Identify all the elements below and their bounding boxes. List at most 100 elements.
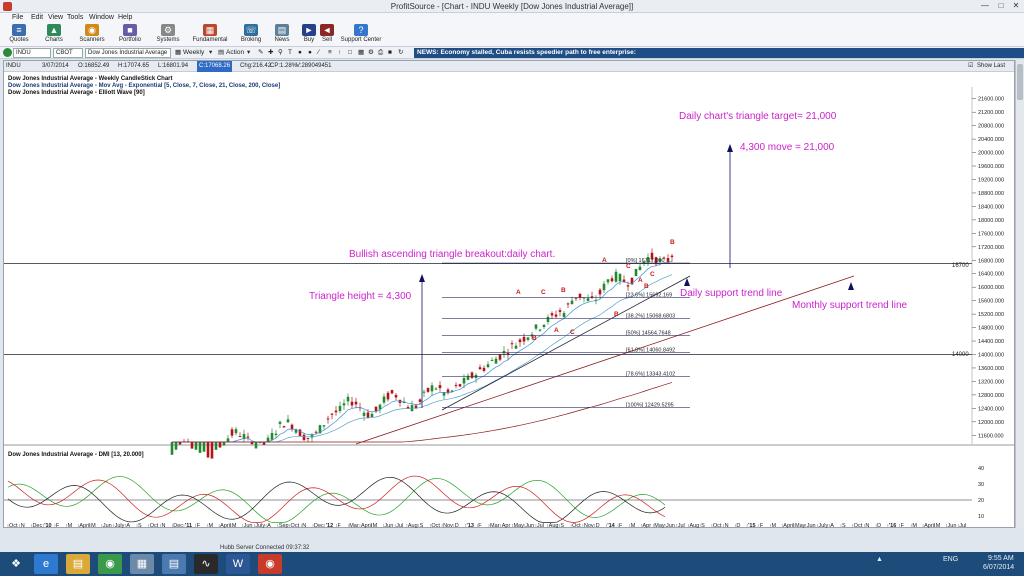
exchange-input[interactable]: CBOT bbox=[53, 48, 83, 58]
save-icon[interactable]: ■ bbox=[388, 48, 392, 58]
grid-icon[interactable]: ▦ bbox=[358, 48, 364, 58]
candle-body bbox=[350, 401, 354, 406]
word-icon[interactable]: W bbox=[226, 554, 250, 574]
candle-body bbox=[614, 271, 618, 282]
bear-icon[interactable]: ● bbox=[308, 48, 312, 58]
monthly-arrowhead bbox=[848, 282, 854, 290]
explorer-icon[interactable]: ▤ bbox=[66, 554, 90, 574]
price-tick-label: 12400.000 bbox=[978, 406, 1004, 412]
candle-body bbox=[226, 438, 230, 442]
news-ticker[interactable]: NEWS: Economy stalled, Cuba resists spee… bbox=[414, 48, 1024, 58]
candle-body bbox=[278, 421, 282, 424]
fundamental-button[interactable]: ▦ Fundamental bbox=[192, 24, 228, 46]
scanners-button[interactable]: ◉ Scanners bbox=[74, 24, 110, 46]
candle-body bbox=[586, 298, 590, 301]
refresh-icon[interactable]: ↻ bbox=[398, 48, 403, 58]
fib-icon[interactable]: ≡ bbox=[328, 48, 332, 58]
systems-button[interactable]: ⚙ Systems bbox=[150, 24, 186, 46]
tray-lang[interactable]: ENG bbox=[943, 556, 958, 563]
arrow-icon[interactable]: ↑ bbox=[338, 48, 341, 58]
action-icon[interactable]: ▤ bbox=[218, 48, 224, 58]
time-tick-label: S bbox=[560, 523, 564, 528]
vertical-scrollbar[interactable] bbox=[1015, 60, 1024, 528]
menu-view[interactable]: View bbox=[48, 14, 63, 21]
print-icon[interactable]: ⎙ bbox=[378, 48, 383, 58]
tray-network-icon[interactable]: ▲ bbox=[876, 556, 883, 563]
rectangle-icon[interactable]: □ bbox=[348, 48, 352, 58]
calendar-icon[interactable]: ▦ bbox=[175, 48, 181, 58]
candle-body bbox=[494, 358, 498, 364]
bull-icon[interactable]: ● bbox=[298, 48, 302, 58]
period-dropdown[interactable]: Weekly bbox=[183, 48, 204, 58]
time-tick-label: A bbox=[267, 523, 271, 528]
checkbox-icon[interactable]: ☑ bbox=[968, 61, 973, 72]
price-axis: 21600.000 21200.000 20800.000 20400.000 2000… bbox=[971, 87, 1004, 444]
ie-icon[interactable]: e bbox=[34, 554, 58, 574]
time-tick-label: A bbox=[126, 523, 130, 528]
candle-body bbox=[302, 434, 306, 441]
candle-body bbox=[246, 436, 250, 438]
candle-body bbox=[290, 424, 294, 430]
support-center-button[interactable]: ? Support Center bbox=[339, 24, 383, 46]
draw-icon[interactable]: ✎ bbox=[258, 48, 263, 58]
show-last-toggle[interactable]: Show Last bbox=[977, 61, 1005, 72]
chrome-icon[interactable]: ◉ bbox=[98, 554, 122, 574]
close-icon[interactable]: ✕ bbox=[1009, 1, 1023, 11]
menu-tools[interactable]: Tools bbox=[67, 14, 83, 21]
text-icon[interactable]: T bbox=[288, 48, 292, 58]
profitsource-icon[interactable]: ◉ bbox=[258, 554, 282, 574]
price-tick-label: 16000.000 bbox=[978, 285, 1004, 291]
fib-level-label: [23.6%] 15692.169 bbox=[626, 293, 672, 299]
candle-body bbox=[438, 385, 442, 389]
support-icon: ? bbox=[354, 24, 368, 36]
candle-body bbox=[542, 324, 546, 327]
menu-window[interactable]: Window bbox=[89, 14, 114, 21]
symbol-bar: INDU CBOT Dow Jones Industrial Average ▦… bbox=[0, 47, 1024, 59]
time-tick-label: April bbox=[924, 523, 935, 528]
windows-start-icon[interactable]: ❖ bbox=[4, 554, 28, 574]
menu-file[interactable]: File bbox=[12, 14, 23, 21]
quote-high: H:17074.65 bbox=[118, 63, 150, 69]
zoom-icon[interactable]: ⚲ bbox=[278, 48, 283, 58]
chevron-down-icon[interactable]: ▾ bbox=[209, 48, 212, 58]
settings-icon[interactable]: ⚙ bbox=[368, 48, 374, 58]
price-tick-label: 18800.000 bbox=[978, 191, 1004, 197]
candle-body bbox=[634, 268, 638, 277]
maximize-icon[interactable]: □ bbox=[994, 1, 1008, 11]
crosshair-icon[interactable]: ✚ bbox=[268, 48, 273, 58]
minimize-icon[interactable]: — bbox=[978, 1, 992, 11]
time-tick-label: N bbox=[302, 523, 306, 528]
candle-body bbox=[470, 372, 474, 378]
tray-date[interactable]: 6/07/2014 bbox=[983, 564, 1014, 571]
quotes-button[interactable]: ≡ Quotes bbox=[1, 24, 37, 46]
candle-body bbox=[562, 313, 566, 317]
symbol-input[interactable]: INDU bbox=[13, 48, 51, 58]
line-icon[interactable]: ∕ bbox=[318, 48, 319, 58]
tray-time[interactable]: 9:55 AM bbox=[988, 555, 1014, 562]
action-dropdown[interactable]: Action bbox=[226, 48, 244, 58]
scrollbar-thumb[interactable] bbox=[1017, 64, 1023, 100]
files-icon[interactable]: ▤ bbox=[162, 554, 186, 574]
charts-button[interactable]: ▲ Charts bbox=[36, 24, 72, 46]
candle-body bbox=[454, 384, 458, 386]
calculator-icon[interactable]: ▦ bbox=[130, 554, 154, 574]
portfolio-button[interactable]: ■ Portfolio bbox=[112, 24, 148, 46]
stock-app-icon[interactable]: ∿ bbox=[194, 554, 218, 574]
security-name-field[interactable]: Dow Jones Industrial Average bbox=[85, 48, 171, 58]
menu-edit[interactable]: Edit bbox=[31, 14, 43, 21]
candle-body bbox=[534, 324, 538, 329]
candle-body bbox=[286, 419, 290, 423]
dmi-tick-label: 10 bbox=[978, 514, 984, 520]
candle-body bbox=[482, 367, 486, 371]
wave-label: A bbox=[516, 289, 521, 296]
time-tick-label: Oct bbox=[854, 523, 863, 528]
menu-help[interactable]: Help bbox=[118, 14, 132, 21]
link-icon[interactable] bbox=[3, 48, 12, 57]
fundamental-icon: ▦ bbox=[203, 24, 217, 36]
chevron-down-icon[interactable]: ▾ bbox=[247, 48, 250, 58]
candle-body bbox=[386, 392, 390, 400]
dmi-tick-label: 40 bbox=[978, 466, 984, 472]
time-tick-label: S bbox=[138, 523, 142, 528]
chart-canvas[interactable]: [0%] 16717.000 [23.6%] 15692.169 [38.2%] 1… bbox=[4, 72, 1014, 528]
time-tick-label: F bbox=[760, 523, 764, 528]
